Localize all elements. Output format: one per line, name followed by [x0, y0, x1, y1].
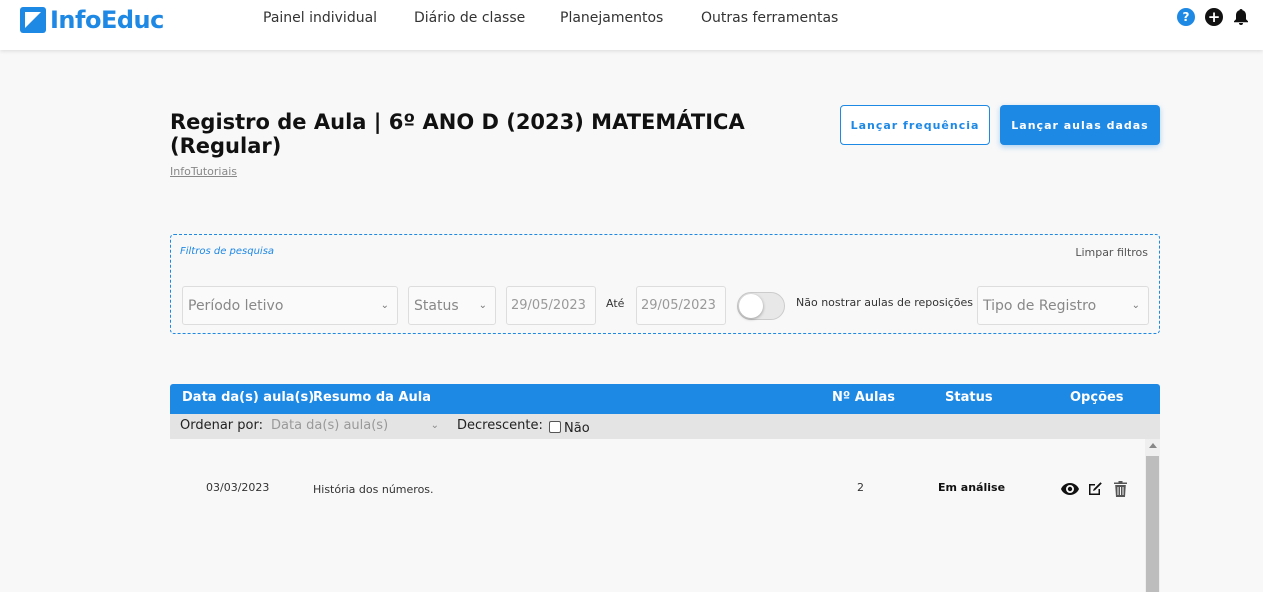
toggle-knob [739, 294, 763, 318]
logo[interactable]: InfoEduc [20, 6, 164, 34]
header-num-aulas[interactable]: Nº Aulas [832, 390, 895, 405]
header-opcoes: Opções [1070, 390, 1124, 405]
clear-filters-link[interactable]: Limpar filtros [1075, 246, 1148, 259]
table-body: 03/03/2023 História dos números. 2 Em an… [170, 439, 1145, 592]
scroll-thumb[interactable] [1146, 456, 1159, 592]
trash-icon[interactable] [1111, 480, 1129, 498]
edit-icon[interactable] [1086, 480, 1104, 498]
chevron-down-icon: ⌄ [478, 300, 487, 311]
sort-label: Ordenar por: [180, 418, 263, 433]
hide-reposicoes-toggle[interactable] [737, 292, 785, 320]
periodo-letivo-select[interactable]: Período letivo ⌄ [182, 286, 398, 325]
page-title-line2: (Regular) [170, 134, 282, 158]
cell-status: Em análise [938, 481, 1006, 494]
plus-circle-icon[interactable]: + [1205, 8, 1223, 26]
cell-num-aulas: 2 [857, 481, 864, 494]
tipo-registro-value: Tipo de Registro [983, 297, 1097, 314]
lancar-frequencia-button[interactable]: Lançar frequência [840, 105, 990, 145]
nav-diario-de-classe[interactable]: Diário de classe [414, 10, 525, 26]
date-from-input[interactable]: 29/05/2023 [506, 286, 596, 325]
header-resumo[interactable]: Resumo da Aula [313, 390, 431, 405]
periodo-letivo-value: Período letivo [188, 297, 284, 314]
scroll-up-arrow-icon[interactable] [1149, 443, 1157, 448]
tipo-registro-select[interactable]: Tipo de Registro ⌄ [977, 286, 1149, 325]
toggle-label: Não nostrar aulas de reposições [796, 296, 974, 309]
chevron-down-icon: ⌄ [1131, 300, 1140, 311]
ate-label: Até [606, 297, 625, 310]
chevron-down-icon: ⌄ [430, 420, 439, 431]
tutorials-link[interactable]: InfoTutoriais [170, 165, 237, 178]
cell-resumo: História dos números. [313, 483, 434, 496]
logo-text: InfoEduc [50, 6, 164, 34]
header-status[interactable]: Status [945, 390, 993, 405]
nav-painel-individual[interactable]: Painel individual [263, 10, 377, 26]
filters-label: Filtros de pesquisa [180, 246, 275, 257]
desc-value: Não [564, 421, 590, 436]
logo-icon [20, 7, 46, 33]
help-icon[interactable]: ? [1177, 8, 1195, 26]
sort-value: Data da(s) aula(s) [271, 418, 389, 433]
top-navbar: InfoEduc Painel individual Diário de cla… [0, 0, 1263, 50]
filters-panel: Filtros de pesquisa Limpar filtros Perío… [170, 234, 1160, 334]
cell-data: 03/03/2023 [206, 481, 270, 494]
sort-bar: Ordenar por: Data da(s) aula(s) ⌄ Decres… [170, 414, 1160, 439]
date-to-input[interactable]: 29/05/2023 [636, 286, 726, 325]
status-select[interactable]: Status ⌄ [408, 286, 496, 325]
desc-checkbox[interactable] [549, 421, 561, 433]
desc-label: Decrescente: [457, 418, 543, 433]
bell-icon[interactable] [1233, 8, 1249, 26]
sort-select[interactable]: Data da(s) aula(s) ⌄ [271, 418, 439, 433]
status-value: Status [414, 297, 459, 314]
page-title-line1: Registro de Aula | 6º ANO D (2023) MATEM… [170, 110, 745, 134]
chevron-down-icon: ⌄ [380, 300, 389, 311]
nav-planejamentos[interactable]: Planejamentos [560, 10, 663, 26]
nav-outras-ferramentas[interactable]: Outras ferramentas [701, 10, 838, 26]
table-scrollbar[interactable] [1145, 439, 1160, 592]
lancar-aulas-dadas-button[interactable]: Lançar aulas dadas [1000, 105, 1160, 145]
page-title: Registro de Aula | 6º ANO D (2023) MATEM… [170, 110, 770, 158]
table-header: Data da(s) aula(s) Resumo da Aula Nº Aul… [170, 384, 1160, 414]
eye-icon[interactable] [1061, 480, 1079, 498]
header-data[interactable]: Data da(s) aula(s) [182, 390, 314, 405]
